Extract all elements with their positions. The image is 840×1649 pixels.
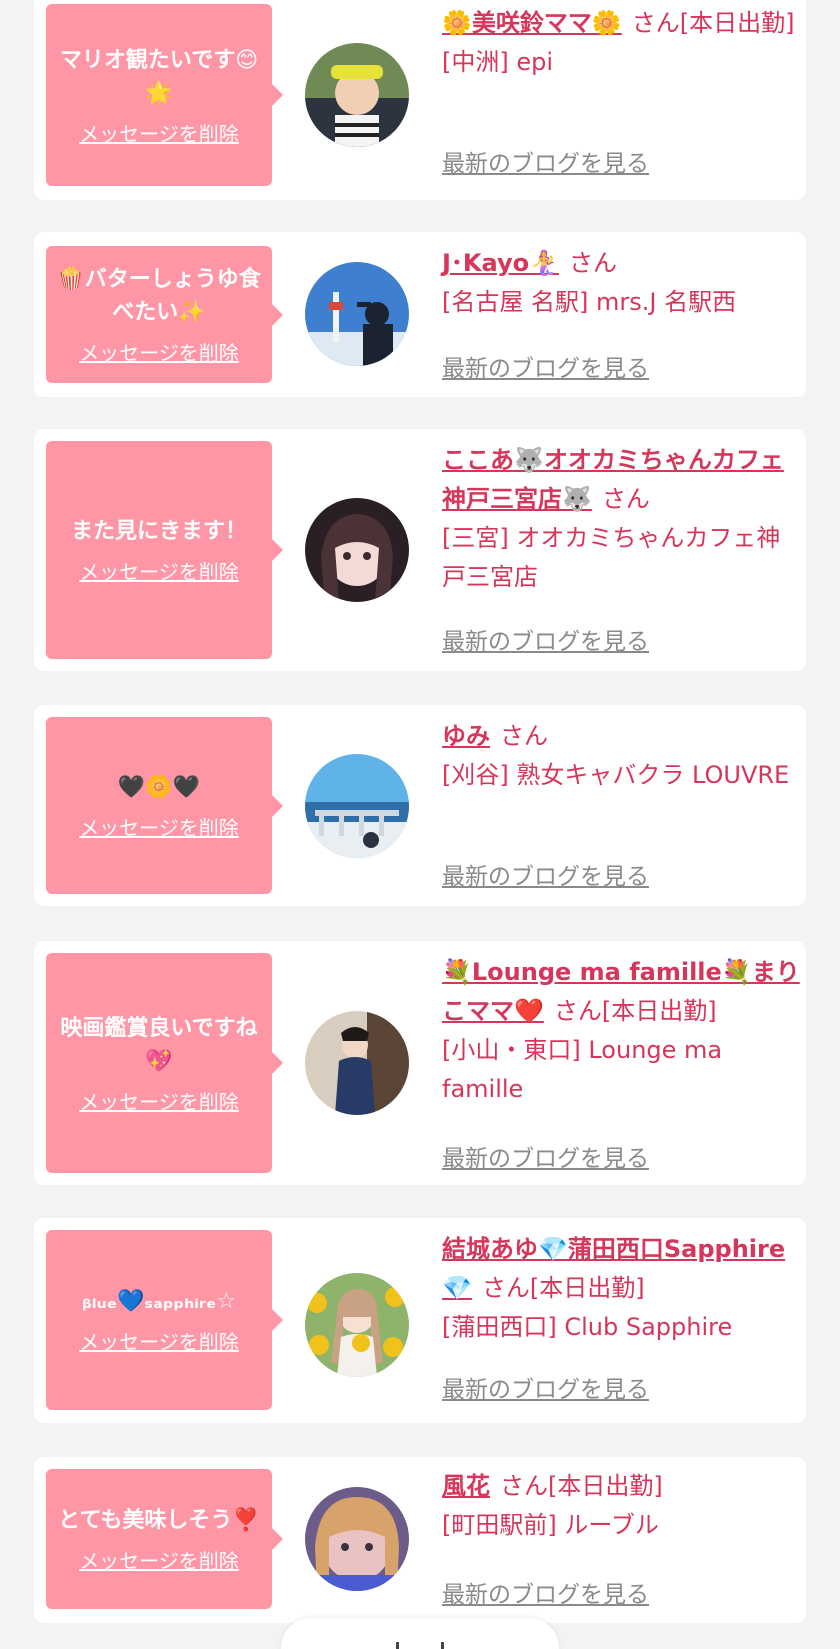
message-text: 🍿バターしょうゆ食べたい✨ <box>57 267 261 325</box>
shop-info: [町田駅前] ルーブル <box>442 1511 659 1539</box>
toolbar-mark <box>441 1642 444 1649</box>
status-badge: [本日出勤] <box>548 1472 663 1500</box>
avatar[interactable] <box>305 262 409 366</box>
cast-info: J･Kayo🧜‍♀️ さん [名古屋 名駅] mrs.J 名駅西 <box>442 244 804 322</box>
latest-blog-link[interactable]: 最新のブログを見る <box>442 1575 649 1609</box>
message-card: また見にきます！ メッセージを削除 ここあ🐺オオカミちゃんカフェ神戸三宮店🐺 さん… <box>34 429 806 671</box>
status-badge: [本日出勤] <box>601 997 717 1025</box>
toolbar-mark <box>396 1642 399 1649</box>
avatar[interactable] <box>305 1487 409 1591</box>
message-card: 映画鑑賞良いですね💖 メッセージを削除 💐Lounge ma famille💐ま… <box>34 941 806 1185</box>
message-card: 🍿バターしょうゆ食べたい✨ メッセージを削除 J･Kayo🧜‍♀️ さん [名古屋… <box>34 232 806 397</box>
latest-blog-link[interactable]: 最新のブログを見る <box>442 1370 649 1404</box>
cast-info: ゆみ さん [刈谷] 熟女キャバクラ LOUVRE <box>442 717 804 795</box>
honorific: さん <box>553 997 602 1025</box>
delete-message-link[interactable]: メッセージを削除 <box>79 1326 239 1355</box>
status-badge: [本日出勤] <box>679 9 795 37</box>
honorific: さん <box>500 1472 548 1500</box>
latest-blog-link[interactable]: 最新のブログを見る <box>442 857 649 891</box>
cast-info: ここあ🐺オオカミちゃんカフェ神戸三宮店🐺 さん [三宮] オオカミちゃんカフェ神戸… <box>442 441 804 597</box>
message-text: 🖤🌼🖤 <box>117 774 201 800</box>
latest-blog-link[interactable]: 最新のブログを見る <box>442 349 649 383</box>
cast-info: 風花 さん[本日出勤] [町田駅前] ルーブル <box>442 1467 804 1545</box>
message-bubble: 🖤🌼🖤 メッセージを削除 <box>46 717 283 894</box>
message-text: 映画鑑賞良いですね💖 <box>60 1015 258 1074</box>
message-text: マリオ観たいです😊🌟 <box>59 47 259 106</box>
cast-name-link[interactable]: 風花 <box>442 1472 490 1500</box>
message-text: ᵦₗᵤₑ💙ₛₐₚₚₕᵢᵣₑ☆ <box>81 1289 237 1314</box>
cast-info: 💐Lounge ma famille💐まりこママ❤️ さん[本日出勤] [小山・東… <box>442 953 804 1109</box>
delete-message-link[interactable]: メッセージを削除 <box>79 118 239 147</box>
cast-info: 🌼美咲鈴ママ🌼 さん[本日出勤] [中洲] epi <box>442 4 804 82</box>
message-card: ᵦₗᵤₑ💙ₛₐₚₚₕᵢᵣₑ☆ メッセージを削除 結城あゆ💎蒲田西口Sapphir… <box>34 1218 806 1423</box>
shop-info: [刈谷] 熟女キャバクラ LOUVRE <box>442 761 790 789</box>
latest-blog-link[interactable]: 最新のブログを見る <box>442 622 649 656</box>
honorific: さん <box>569 249 617 277</box>
message-bubble: 🍿バターしょうゆ食べたい✨ メッセージを削除 <box>46 246 283 383</box>
honorific: さん <box>601 485 650 513</box>
avatar[interactable] <box>305 43 409 147</box>
cast-name-link[interactable]: 🌼美咲鈴ママ🌼 <box>442 9 622 37</box>
latest-blog-link[interactable]: 最新のブログを見る <box>442 144 649 178</box>
cast-name-link[interactable]: ゆみ <box>442 722 490 750</box>
cast-info: 結城あゆ💎蒲田西口Sapphire💎 さん[本日出勤] [蒲田西口] Club S… <box>442 1230 804 1347</box>
message-card: マリオ観たいです😊🌟 メッセージを削除 🌼美咲鈴ママ🌼 さん[本日出勤] [中洲]… <box>34 0 806 200</box>
avatar[interactable] <box>305 1273 409 1377</box>
cast-name-link[interactable]: J･Kayo🧜‍♀️ <box>442 249 559 277</box>
avatar[interactable] <box>305 754 409 858</box>
avatar[interactable] <box>305 498 409 602</box>
shop-info: [三宮] オオカミちゃんカフェ神戸三宮店 <box>442 524 781 591</box>
bottom-toolbar[interactable] <box>281 1618 559 1649</box>
message-text: また見にきます！ <box>70 519 247 544</box>
message-card: 🖤🌼🖤 メッセージを削除 ゆみ さん [刈谷] 熟女キャバクラ LOUVRE 最新… <box>34 705 806 906</box>
shop-info: [名古屋 名駅] mrs.J 名駅西 <box>442 288 737 316</box>
message-bubble: 映画鑑賞良いですね💖 メッセージを削除 <box>46 953 283 1173</box>
delete-message-link[interactable]: メッセージを削除 <box>79 1086 239 1115</box>
message-bubble: とても美味しそう❣️ メッセージを削除 <box>46 1469 283 1609</box>
message-card: とても美味しそう❣️ メッセージを削除 風花 さん[本日出勤] [町田駅前] ルー… <box>34 1457 806 1623</box>
delete-message-link[interactable]: メッセージを削除 <box>79 812 239 841</box>
message-bubble: ᵦₗᵤₑ💙ₛₐₚₚₕᵢᵣₑ☆ メッセージを削除 <box>46 1230 283 1410</box>
shop-info: [蒲田西口] Club Sapphire <box>442 1313 733 1341</box>
message-bubble: また見にきます！ メッセージを削除 <box>46 441 283 659</box>
shop-info: [小山・東口] Lounge ma famille <box>442 1036 723 1103</box>
delete-message-link[interactable]: メッセージを削除 <box>79 1545 239 1574</box>
status-badge: [本日出勤] <box>529 1274 645 1302</box>
message-text: とても美味しそう❣️ <box>58 1508 260 1533</box>
message-bubble: マリオ観たいです😊🌟 メッセージを削除 <box>46 4 283 186</box>
delete-message-link[interactable]: メッセージを削除 <box>79 337 239 366</box>
honorific: さん <box>631 9 680 37</box>
latest-blog-link[interactable]: 最新のブログを見る <box>442 1139 649 1173</box>
honorific: さん <box>500 722 548 750</box>
shop-info: [中洲] epi <box>442 48 554 76</box>
honorific: さん <box>481 1274 530 1302</box>
avatar[interactable] <box>305 1011 409 1115</box>
delete-message-link[interactable]: メッセージを削除 <box>79 556 239 585</box>
